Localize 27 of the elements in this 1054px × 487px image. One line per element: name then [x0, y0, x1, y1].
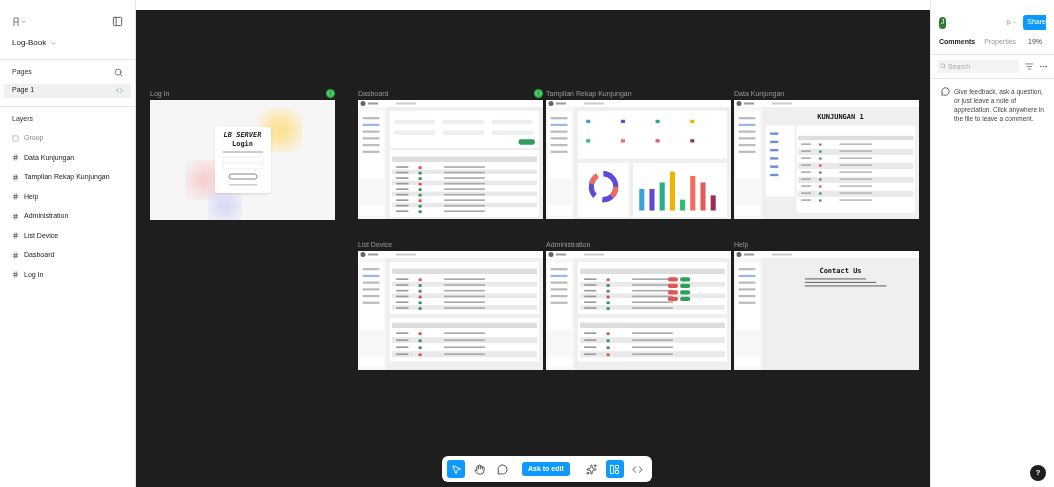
- chevron-icon[interactable]: [50, 39, 58, 47]
- search-icon[interactable]: [114, 67, 123, 77]
- sidebar-toggle-icon[interactable]: [112, 16, 123, 27]
- help-button[interactable]: ?: [1030, 465, 1046, 481]
- pointer-icon[interactable]: [447, 460, 465, 478]
- frame-icon: [12, 212, 19, 220]
- app-screen-frame[interactable]: [546, 100, 731, 219]
- layout-icon[interactable]: [605, 460, 624, 478]
- frame-icon: [12, 154, 19, 162]
- frame-icon: [12, 251, 19, 259]
- code-icon: [116, 87, 123, 94]
- file-name[interactable]: Log-Book: [12, 37, 47, 49]
- dev-mode-icon[interactable]: [326, 88, 335, 98]
- search-icon: [940, 63, 946, 69]
- frame-icon: [12, 193, 19, 201]
- present-icon[interactable]: [1005, 18, 1011, 27]
- app-screen-frame[interactable]: [546, 251, 731, 370]
- login-form-drawing: [220, 149, 265, 189]
- filter-icon[interactable]: [1024, 61, 1034, 71]
- frame-icon: [12, 271, 19, 279]
- dev-mode-icon[interactable]: [534, 88, 543, 98]
- group-icon: [12, 134, 19, 142]
- frame-icon: [12, 173, 19, 181]
- app-menu-icon[interactable]: [12, 16, 26, 27]
- comment-icon: [941, 86, 950, 96]
- frame-icon: [12, 232, 19, 240]
- app-screen-frame[interactable]: [358, 251, 543, 370]
